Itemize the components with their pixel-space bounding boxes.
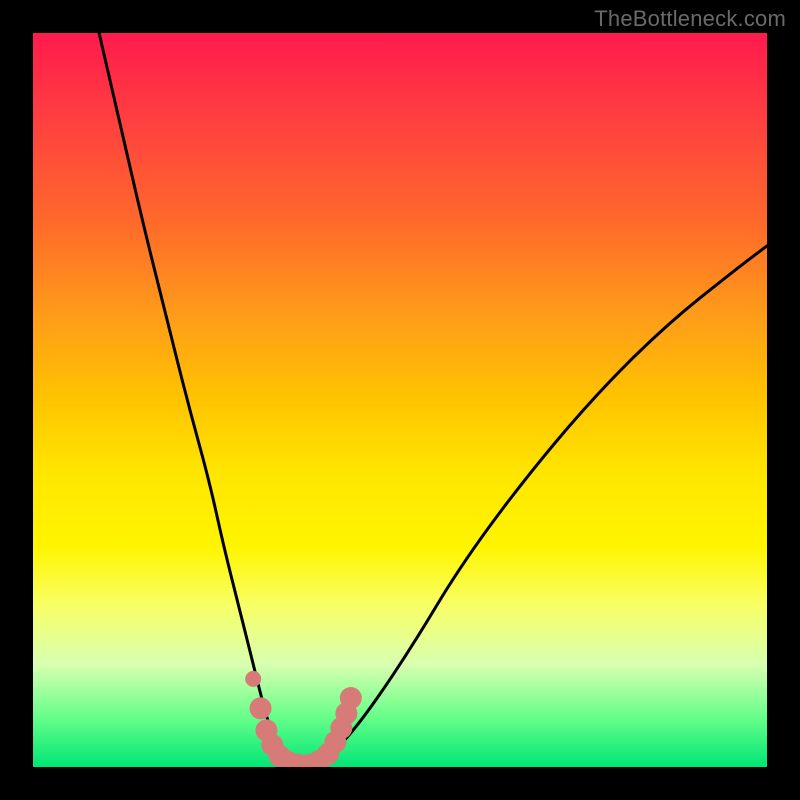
plot-area [33,33,767,767]
chart-frame: TheBottleneck.com [0,0,800,800]
curve-layer [33,33,767,767]
highlight-dots [245,671,362,767]
credit-label: TheBottleneck.com [594,6,786,32]
highlight-dot [245,671,261,687]
highlight-dot [250,697,272,719]
bottleneck-curve [99,33,767,767]
highlight-dot [340,687,362,709]
